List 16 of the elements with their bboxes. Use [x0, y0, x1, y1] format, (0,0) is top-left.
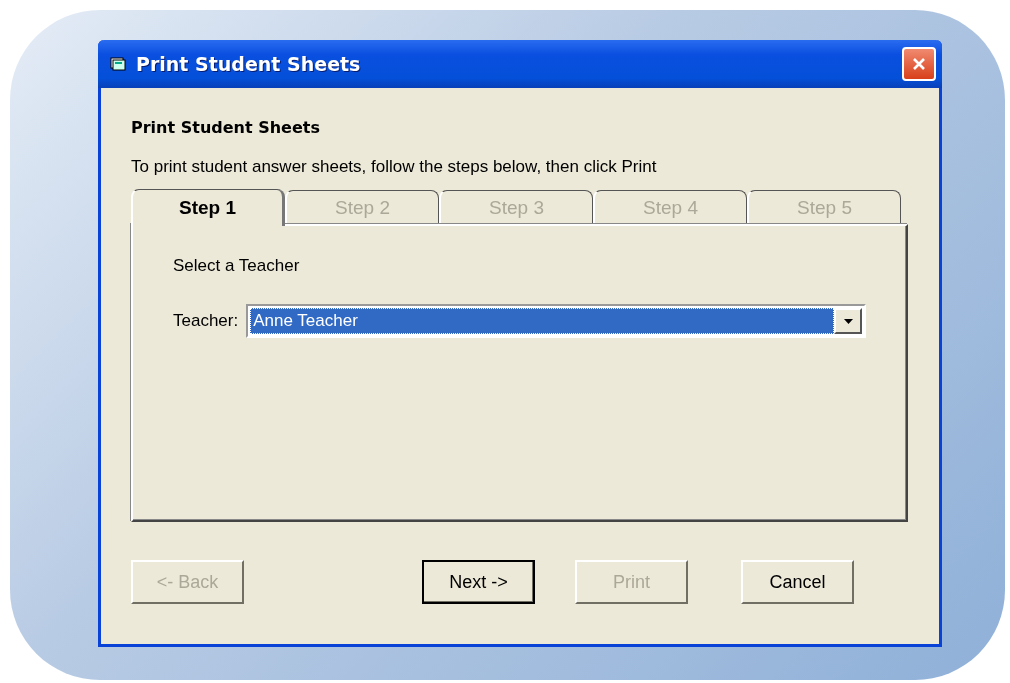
close-button[interactable]	[902, 47, 936, 81]
teacher-dropdown[interactable]: Anne Teacher	[246, 304, 866, 338]
step-tab[interactable]: Step 3	[439, 190, 593, 224]
dialog-button[interactable]: Next ->	[422, 560, 535, 604]
step-tab[interactable]: Step 5	[747, 190, 901, 224]
dialog-button[interactable]: Cancel	[741, 560, 854, 604]
prompt-text: Select a Teacher	[173, 256, 301, 276]
instructions-text: To print student answer sheets, follow the steps below, then click Print	[131, 157, 658, 177]
close-icon	[912, 57, 926, 71]
step-tab[interactable]: Step 4	[593, 190, 747, 224]
dialog-heading: Print Student Sheets	[131, 118, 321, 137]
window-icon	[110, 57, 126, 71]
step-tab[interactable]: Step 2	[285, 190, 439, 224]
field-label: Teacher:	[173, 311, 239, 331]
step-tab[interactable]: Step 1	[131, 189, 285, 226]
window-title: Print Student Sheets	[136, 53, 362, 75]
